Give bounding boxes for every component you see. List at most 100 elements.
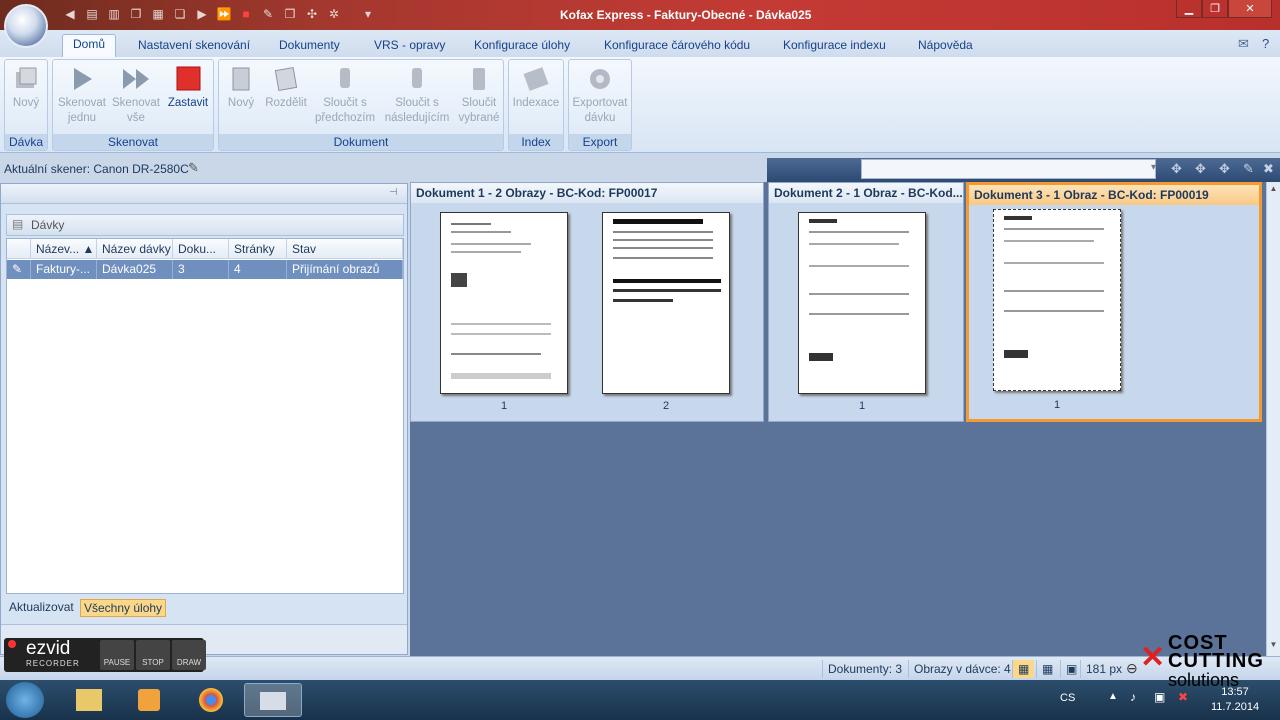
close-button[interactable]: ✕ [1228,0,1272,18]
column-header-status[interactable]: Stav [287,239,403,259]
maximize-button[interactable]: ❐ [1202,0,1228,18]
tool-icon[interactable]: ✥ [1219,161,1230,177]
chrome-taskbar-icon[interactable] [182,683,240,717]
split-button[interactable]: Rozdělit [261,64,311,134]
table-row-status[interactable]: Přijímání obrazů [287,260,403,279]
tool-icon[interactable]: ✥ [1171,161,1182,177]
page-thumbnail[interactable] [798,212,926,394]
pages-icon[interactable]: ❒ [282,6,298,22]
refresh-button[interactable]: Aktualizovat [6,599,77,617]
stop-icon[interactable]: ■ [238,6,254,22]
media-player-taskbar-icon[interactable] [120,683,178,717]
button-label: předchozím [314,112,376,124]
zoom-out-icon[interactable]: ⊖ [1126,660,1138,677]
pause-button[interactable]: PAUSE [100,640,134,670]
fast-forward-icon [123,69,149,89]
table-row-job-name[interactable]: Faktury-... [31,260,97,279]
column-header-batch-name[interactable]: Název dávky [97,239,173,259]
document-dropdown[interactable] [861,159,1156,179]
page-thumbnail[interactable] [440,212,568,394]
settings-icon[interactable]: ✉ [1238,36,1249,52]
fast-forward-icon[interactable]: ⏩ [216,6,232,22]
start-button[interactable] [6,682,44,718]
merge-previous-button[interactable]: Sloučit s předchozím [311,64,379,134]
tab-vrs-opravy[interactable]: VRS - opravy [364,36,455,56]
stop-button[interactable]: Zastavit [163,64,213,134]
tab-domu[interactable]: Domů [62,34,117,58]
action-center-icon[interactable]: ✖ [1178,690,1188,704]
new-document-button[interactable]: Nový [221,64,261,134]
wrench-icon[interactable]: ✎ [188,160,199,176]
gear-icon[interactable]: ✲ [326,6,342,22]
tab-konfigurace-ulohy[interactable]: Konfigurace úlohy [464,36,580,56]
vertical-scrollbar[interactable]: ▲ ▼ [1266,182,1280,656]
table-row-batch-name[interactable]: Dávka025 [97,260,173,279]
document-icon[interactable]: ▤ [84,6,100,22]
tool-icon[interactable]: ✎ [1243,161,1254,177]
merge-next-button[interactable]: Sloučit s následujícím [379,64,455,134]
draw-button[interactable]: DRAW [172,640,206,670]
document-panel-1[interactable]: Dokument 1 - 2 Obrazy - BC-Kod: FP00017 … [410,182,764,422]
document-panel-2[interactable]: Dokument 2 - 1 Obraz - BC-Kod... 1 [768,182,964,422]
help-icon[interactable]: ? [1262,36,1269,51]
volume-icon[interactable]: ♪ [1130,690,1136,704]
undo-icon[interactable]: ◀ [62,6,78,22]
scanner-icon[interactable]: ✎ [260,6,276,22]
scan-all-button[interactable]: Skenovat vše [109,64,163,134]
current-scanner-label: Aktuální skener: Canon DR-2580C [4,162,189,176]
play-icon[interactable]: ▶ [194,6,210,22]
page-view-icon[interactable]: ▣ [1060,660,1082,678]
column-header-documents[interactable]: Doku... [173,239,229,259]
draw-label: DRAW [176,658,202,667]
thumbnail-view-icon[interactable]: ▦ [1012,660,1034,678]
batch-panel: ⊣ ▤ Dávky Název... ▲ Název dávky Doku...… [0,183,408,655]
column-header-job-name[interactable]: Název... ▲ [31,239,97,259]
tab-konfigurace-caroveho-kodu[interactable]: Konfigurace čárového kódu [594,36,760,56]
tab-napoveda[interactable]: Nápověda [908,36,983,56]
column-header-pages[interactable]: Stránky [229,239,287,259]
scan-one-button[interactable]: Skenovat jednu [55,64,109,134]
tab-konfigurace-indexu[interactable]: Konfigurace indexu [773,36,896,56]
tool-icon[interactable]: ✥ [1195,161,1206,177]
stop-icon [176,66,201,91]
app-logo-icon[interactable] [4,4,48,48]
table-row-pages[interactable]: 4 [229,260,287,279]
all-jobs-button[interactable]: Všechny úlohy [80,599,167,617]
network-icon[interactable]: ▣ [1154,690,1165,704]
delete-icon[interactable]: ✖ [1263,161,1274,177]
grid-icon[interactable]: ▦ [150,6,166,22]
merge-selected-button[interactable]: Sloučit vybrané [455,64,503,134]
button-label: Skenovat [112,97,160,109]
new-batch-button[interactable]: Nový [5,64,47,134]
tab-dokumenty[interactable]: Dokumenty [269,36,350,56]
panel-header: ⊣ [1,184,407,204]
pin-icon[interactable]: ⊣ [389,187,398,198]
kofax-taskbar-icon[interactable] [244,683,302,717]
page-thumbnail[interactable] [993,209,1121,391]
copy-icon[interactable]: ❐ [128,6,144,22]
merge-icon[interactable]: ✣ [304,6,320,22]
export-batch-button[interactable]: Exportovat dávku [569,64,631,134]
copy-icon[interactable]: ❏ [172,6,188,22]
chevron-down-icon[interactable]: ▾ [1151,162,1156,173]
pause-label: PAUSE [103,658,131,667]
group-dokument: Nový Rozdělit Sloučit s předchozím Slouč… [218,59,504,151]
table-row-documents[interactable]: 3 [173,260,229,279]
page-thumbnail[interactable] [602,212,730,394]
row-scanner-icon[interactable]: ✎ [7,260,31,279]
chevron-down-icon[interactable]: ▾ [360,6,376,22]
grid-view-icon[interactable]: ▦ [1036,660,1058,678]
document-panel-3[interactable]: Dokument 3 - 1 Obraz - BC-Kod: FP00019 1 [966,182,1262,422]
language-indicator[interactable]: CS [1060,692,1075,704]
minimize-button[interactable]: ▁ [1176,0,1202,18]
scroll-up-icon[interactable]: ▲ [1268,184,1279,196]
stop-record-button[interactable]: STOP [136,640,170,670]
button-label: jednu [67,112,97,124]
column-header-icon[interactable] [7,239,31,259]
batch-filter-bar: Aktualizovat Všechny úlohy [6,597,404,619]
tab-nastaveni-skenovani[interactable]: Nastavení skenování [128,36,260,56]
explorer-taskbar-icon[interactable] [60,683,118,717]
show-hidden-icons-icon[interactable]: ▲ [1108,691,1118,702]
document-icon[interactable]: ▥ [106,6,122,22]
index-button[interactable]: Indexace [509,64,563,134]
